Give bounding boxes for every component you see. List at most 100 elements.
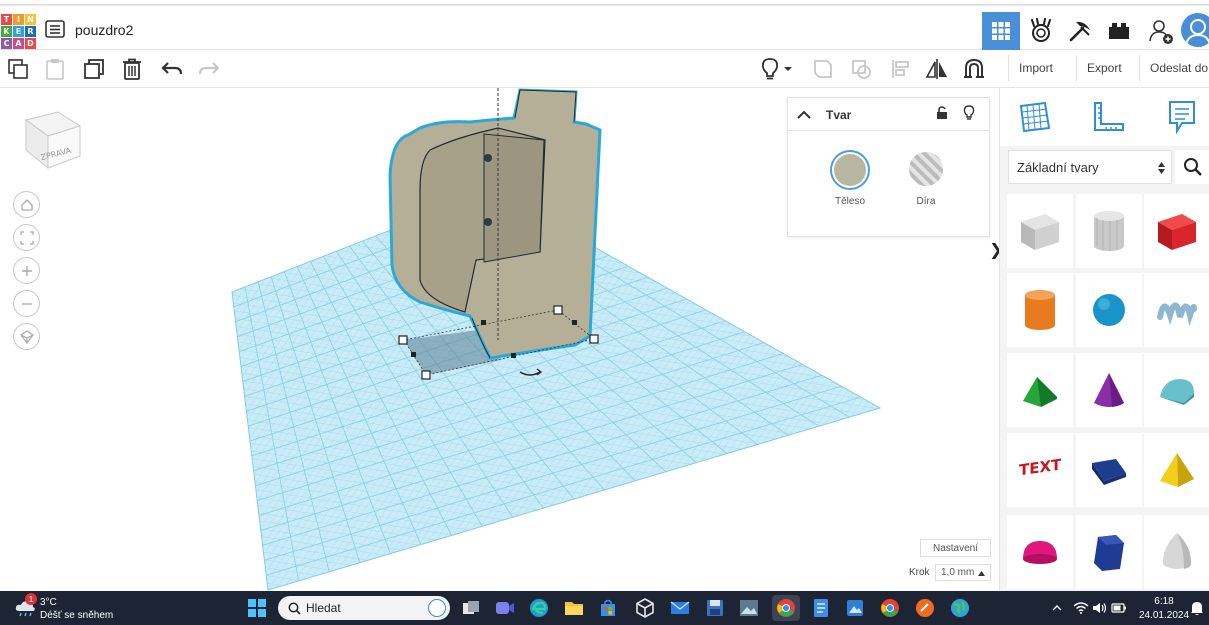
resize-handle[interactable]	[553, 305, 563, 315]
collapse-chevron-up-icon[interactable]	[797, 110, 811, 120]
shape-cylinder[interactable]	[1007, 273, 1073, 347]
chevron-up-icon	[1052, 605, 1062, 611]
brave-app[interactable]	[914, 597, 936, 619]
shape-roof[interactable]	[1007, 353, 1073, 427]
clock-time[interactable]: 6:18	[1134, 596, 1194, 607]
photo-app[interactable]	[738, 597, 760, 619]
design-list-icon[interactable]	[45, 20, 65, 38]
select-arrows-icon	[1158, 162, 1165, 174]
3d-design-view-button[interactable]	[982, 12, 1020, 50]
home-view-button[interactable]	[13, 191, 40, 218]
step-select[interactable]: 1,0 mm	[935, 564, 991, 581]
paste-button[interactable]	[43, 57, 67, 81]
ungroup-button[interactable]	[849, 57, 873, 81]
undo-button[interactable]	[160, 57, 184, 81]
tinkercad-logo[interactable]: TIN KER CAD	[1, 14, 36, 49]
invite-user-button[interactable]	[1142, 12, 1180, 50]
redo-button[interactable]	[197, 57, 221, 81]
notes-dropdown[interactable]	[782, 57, 794, 81]
resize-handle[interactable]	[421, 370, 431, 380]
file-explorer-app[interactable]	[563, 597, 585, 619]
fit-view-button[interactable]	[13, 224, 40, 251]
show-hidden-icons-button[interactable]	[1046, 597, 1068, 619]
export-button[interactable]: Export	[1076, 55, 1132, 81]
teams-app[interactable]	[494, 597, 516, 619]
add-user-icon	[1149, 20, 1173, 44]
send-to-button[interactable]: Odeslat do	[1139, 55, 1209, 81]
duplicate-button[interactable]	[82, 57, 106, 81]
undo-icon	[161, 62, 183, 75]
wifi-icon	[1073, 602, 1089, 614]
resize-handle[interactable]	[398, 335, 408, 345]
group-button[interactable]	[811, 57, 835, 81]
zoom-out-button[interactable]	[13, 290, 40, 317]
workplane-icon[interactable]	[1018, 100, 1052, 134]
cruise-button[interactable]	[962, 57, 986, 81]
edge-handle[interactable]	[411, 352, 416, 357]
copy-button[interactable]	[6, 57, 30, 81]
ruler-icon[interactable]	[1092, 100, 1126, 134]
shape-library-select[interactable]: Základní tvary	[1008, 150, 1172, 184]
hole-button[interactable]	[909, 152, 943, 186]
shape-hexagonal-prism[interactable]	[1076, 515, 1142, 589]
delete-button[interactable]	[120, 57, 144, 81]
resize-handle[interactable]	[589, 334, 599, 344]
chrome-app-active[interactable]	[772, 595, 800, 621]
visibility-lightbulb-icon[interactable]	[963, 105, 975, 121]
chrome-app-2[interactable]	[879, 597, 901, 619]
task-view-button[interactable]	[460, 597, 482, 619]
cube-app[interactable]	[634, 597, 656, 619]
store-app[interactable]	[597, 597, 619, 619]
edge-app[interactable]	[528, 597, 550, 619]
shape-search-button[interactable]	[1175, 150, 1209, 184]
zoom-in-button[interactable]	[13, 257, 40, 284]
solid-color-button[interactable]	[830, 150, 870, 190]
shape-box[interactable]	[1144, 194, 1209, 268]
shape-pyramid[interactable]	[1144, 433, 1209, 507]
lock-icon[interactable]	[936, 106, 948, 120]
chrome-icon	[777, 599, 795, 617]
image-editor-app[interactable]	[844, 597, 866, 619]
shape-box-hole[interactable]	[1007, 194, 1073, 268]
view-cube[interactable]: ZPRAVA	[18, 106, 84, 172]
shape-half-sphere[interactable]	[1007, 515, 1073, 589]
shape-text[interactable]: TEXT	[1007, 433, 1073, 507]
blue-sphere-icon	[1093, 294, 1125, 326]
notes-button[interactable]	[758, 57, 782, 81]
floppy-icon	[707, 600, 723, 616]
sim-lab-button[interactable]	[1022, 12, 1060, 50]
shape-sphere[interactable]	[1076, 273, 1142, 347]
edge-handle[interactable]	[572, 320, 577, 325]
shape-round-roof[interactable]	[1144, 353, 1209, 427]
notifications-button[interactable]	[1186, 597, 1208, 619]
edge-handle[interactable]	[481, 320, 486, 325]
clock-date[interactable]: 24.01.2024	[1134, 610, 1194, 621]
user-avatar[interactable]	[1181, 13, 1209, 47]
save-app[interactable]	[704, 597, 726, 619]
orange-cylinder-icon	[1025, 290, 1055, 330]
settings-button[interactable]: Nastavení	[920, 539, 991, 557]
edge-handle[interactable]	[511, 353, 516, 358]
mirror-button[interactable]	[925, 57, 949, 81]
logo-tile: N	[25, 14, 36, 25]
document-title[interactable]: pouzdro2	[75, 22, 133, 38]
shape-paraboloid[interactable]	[1144, 515, 1209, 589]
taskbar-search-box[interactable]: Hledat	[278, 596, 450, 620]
weather-widget-icon[interactable]: 1	[14, 593, 37, 617]
shape-polygon[interactable]	[1076, 433, 1142, 507]
mail-app[interactable]	[669, 597, 691, 619]
import-button[interactable]: Import	[1008, 55, 1064, 81]
build-button[interactable]	[1061, 12, 1099, 50]
shape-cone[interactable]	[1076, 353, 1142, 427]
battery-status[interactable]	[1108, 597, 1130, 619]
shape-scribble[interactable]	[1144, 273, 1209, 347]
plus-icon	[21, 265, 32, 276]
docs-app[interactable]	[810, 597, 832, 619]
start-button[interactable]	[246, 597, 268, 619]
align-button[interactable]	[889, 57, 913, 81]
notes-icon[interactable]	[1167, 99, 1197, 135]
perspective-button[interactable]	[13, 323, 40, 350]
shape-cylinder-hole[interactable]	[1076, 194, 1142, 268]
globe-app[interactable]	[949, 597, 971, 619]
bricks-button[interactable]	[1100, 12, 1138, 50]
